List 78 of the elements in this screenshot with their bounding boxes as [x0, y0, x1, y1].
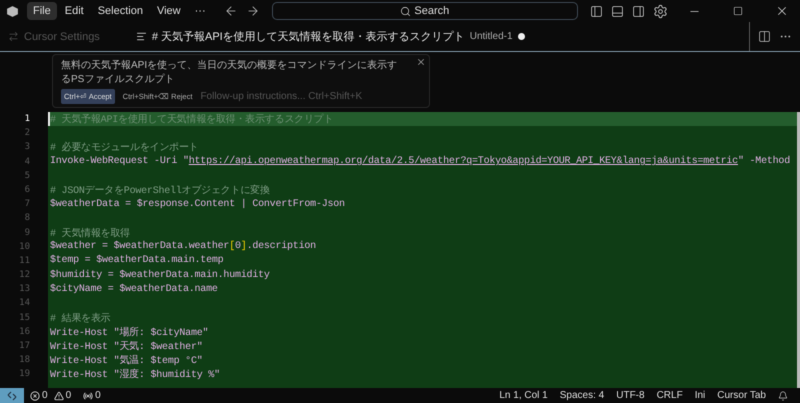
search-field[interactable]: Search	[272, 2, 578, 20]
maximize-icon[interactable]	[733, 6, 743, 16]
line-number: 11	[18, 254, 31, 268]
line-number: 17	[18, 340, 31, 353]
remote-icon	[7, 390, 17, 400]
prompt-text: 無料の天気予報APIを使って、当日の天気の概要をコマンドラインに表示するPSファイルスクルプト	[61, 59, 398, 87]
line-number: 19	[18, 368, 31, 382]
remote-button[interactable]	[0, 388, 24, 403]
ports-status[interactable]: 0	[83, 390, 101, 401]
line-number: 6	[24, 184, 31, 197]
code-text: Write-Host "天気: $weather"	[50, 340, 203, 354]
unsaved-dot	[518, 33, 525, 40]
line-number: 14	[18, 297, 31, 310]
warnings-status[interactable]: 0	[54, 390, 72, 401]
close-icon[interactable]	[416, 57, 426, 67]
status-item[interactable]: UTF-8	[616, 390, 645, 401]
split-editor-icon[interactable]	[758, 30, 771, 43]
panel-left-icon[interactable]	[590, 4, 603, 18]
logo-icon	[6, 4, 19, 18]
code-text: " -Method	[738, 156, 790, 168]
code-text: # 天気情報を取得	[50, 226, 130, 240]
line-number: 18	[18, 354, 31, 368]
line-number: 7	[24, 198, 31, 212]
code-text: $weather = $weatherData.weather	[50, 241, 230, 252]
line-number: 15	[18, 312, 31, 325]
code-text: 0	[235, 241, 241, 252]
code-text: # JSONデータをPowerShellオブジェクトに変換	[50, 184, 270, 198]
code-text: [	[229, 241, 235, 252]
settings-icon[interactable]	[653, 4, 668, 18]
code-text: $humidity = $weatherData.main.humidity	[50, 270, 270, 281]
search-icon[interactable]	[400, 6, 412, 16]
line-number: 5	[24, 170, 31, 183]
menu-item[interactable]: ···	[188, 2, 212, 20]
line-number: 13	[18, 283, 31, 296]
code-text: # 必要なモジュールをインポート	[50, 140, 198, 154]
code-text: $cityName = $weatherData.name	[50, 284, 218, 295]
status-item[interactable]: Cursor Tab	[717, 390, 766, 401]
code-text: ]	[240, 241, 247, 252]
menu-item[interactable]: Selection	[92, 2, 149, 20]
line-number: 2	[24, 127, 31, 140]
editor-tab[interactable]: # 天気予報APIを使用して天気情報を取得・表示するスクリプト Untitled-1	[122, 22, 534, 51]
tab-description: Untitled-1	[470, 31, 513, 42]
status-item[interactable]: Ini	[694, 390, 706, 401]
line-number: 10	[18, 240, 31, 254]
line-number: 9	[24, 226, 31, 240]
close-icon[interactable]	[775, 4, 789, 18]
status-item[interactable]: Spaces: 4	[560, 390, 604, 401]
code-text: # 天気予報APIを使用して天気情報を取得・表示するスクリプト	[50, 112, 334, 126]
panel-right-icon[interactable]	[632, 4, 645, 18]
code-text: Write-Host "湿度: $humidity %"	[50, 368, 220, 382]
code-text: Write-Host "場所: $cityName"	[50, 326, 208, 339]
file-icon	[136, 31, 147, 42]
forward-icon[interactable]	[246, 4, 260, 18]
code-text: Write-Host "気温: $temp °C"	[50, 354, 203, 368]
code-text: # 結果を表示	[50, 312, 110, 325]
status-item[interactable]: CRLF	[656, 390, 683, 401]
bell-icon[interactable]	[778, 390, 788, 400]
code-link[interactable]: https://api.openweathermap.org/data/2.5/weather?q=Tokyo&appid=YOUR_API_KEY&lang=ja&units=metric	[188, 156, 738, 168]
code-text: $temp = $weatherData.main.temp	[50, 255, 224, 266]
line-number: 3	[24, 141, 31, 154]
follow-up-field[interactable]: Follow-up instructions... Ctrl+Shift+K	[200, 91, 421, 102]
menu-item[interactable]: File	[27, 2, 57, 20]
line-number: 4	[24, 156, 31, 169]
line-number: 12	[18, 269, 31, 282]
code-editor[interactable]	[48, 112, 800, 388]
tab-label: Cursor Settings	[24, 30, 100, 42]
tab-label: # 天気予報APIを使用して天気情報を取得・表示するスクリプト	[152, 30, 465, 44]
code-text: $weatherData = $response.Content | ConvertFrom-Json	[50, 198, 345, 210]
line-number: 8	[24, 212, 31, 226]
back-icon[interactable]	[224, 4, 238, 18]
status-item[interactable]: Ln 1, Col 1	[499, 390, 548, 401]
line-number: 1	[24, 113, 31, 126]
line-number: 16	[18, 326, 31, 339]
code-text: Invoke-WebRequest -Uri "	[50, 156, 189, 168]
menu-item[interactable]: View	[150, 2, 187, 20]
menu-item[interactable]: Edit	[58, 2, 90, 20]
panel-bottom-icon[interactable]	[611, 4, 624, 18]
code-text: .description	[246, 241, 316, 252]
